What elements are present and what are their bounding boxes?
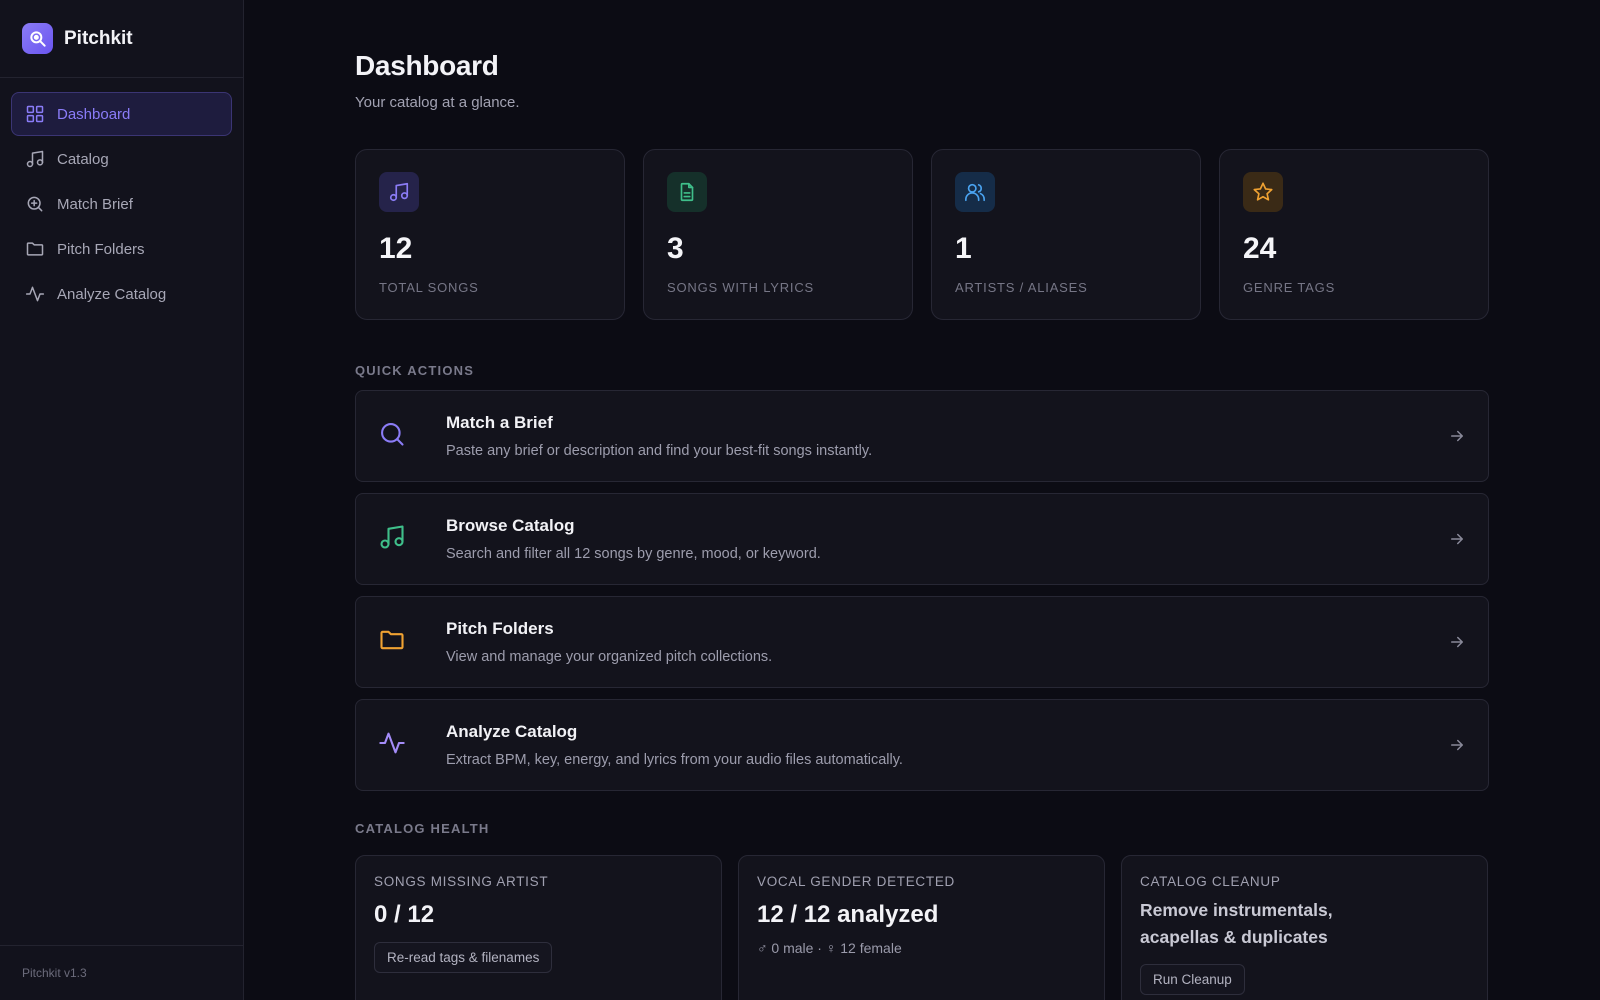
activity-icon bbox=[378, 729, 406, 757]
run-cleanup-button[interactable]: Run Cleanup bbox=[1140, 964, 1245, 995]
sidebar-nav: Dashboard Catalog Match Brief Pitch Fold… bbox=[0, 78, 243, 331]
sidebar-item-label: Catalog bbox=[57, 150, 109, 168]
stat-card-artists: 1 ARTISTS / ALIASES bbox=[931, 149, 1201, 320]
action-match-brief[interactable]: Match a Brief Paste any brief or descrip… bbox=[355, 390, 1489, 482]
page-subtitle: Your catalog at a glance. bbox=[355, 94, 520, 111]
app-name: Pitchkit bbox=[64, 27, 133, 49]
arrow-right-icon bbox=[1448, 736, 1466, 754]
music-note-icon bbox=[378, 523, 406, 551]
app-version: Pitchkit v1.3 bbox=[0, 945, 243, 1000]
sidebar-item-pitch-folders[interactable]: Pitch Folders bbox=[11, 227, 232, 271]
action-pitch-folders[interactable]: Pitch Folders View and manage your organ… bbox=[355, 596, 1489, 688]
stat-value: 12 bbox=[379, 232, 413, 265]
sidebar-item-dashboard[interactable]: Dashboard bbox=[11, 92, 232, 136]
arrow-right-icon bbox=[1448, 633, 1466, 651]
action-description: Search and filter all 12 songs by genre,… bbox=[446, 546, 821, 562]
music-note-icon bbox=[379, 172, 419, 212]
action-description: Paste any brief or description and find … bbox=[446, 443, 873, 459]
action-title: Pitch Folders bbox=[446, 619, 554, 638]
health-card-vocal-gender: VOCAL GENDER DETECTED 12 / 12 analyzed ♂… bbox=[738, 855, 1105, 1000]
sidebar-item-label: Pitch Folders bbox=[57, 240, 145, 258]
sidebar-item-analyze-catalog[interactable]: Analyze Catalog bbox=[11, 272, 232, 316]
health-label: CATALOG CLEANUP bbox=[1140, 874, 1281, 889]
stat-card-songs-with-lyrics: 3 SONGS WITH LYRICS bbox=[643, 149, 913, 320]
stat-value: 1 bbox=[955, 232, 972, 265]
sidebar-item-label: Analyze Catalog bbox=[57, 285, 167, 303]
stat-label: ARTISTS / ALIASES bbox=[955, 280, 1088, 295]
grid-icon bbox=[25, 104, 45, 124]
star-icon bbox=[1243, 172, 1283, 212]
quick-actions-title: QUICK ACTIONS bbox=[355, 363, 475, 378]
arrow-right-icon bbox=[1448, 530, 1466, 548]
health-card-catalog-cleanup: CATALOG CLEANUP Remove instrumentals, ac… bbox=[1121, 855, 1488, 1000]
users-icon bbox=[955, 172, 995, 212]
action-description: Extract BPM, key, energy, and lyrics fro… bbox=[446, 752, 903, 768]
catalog-health-row: SONGS MISSING ARTIST 0 / 12 Re-read tags… bbox=[355, 855, 1489, 1000]
catalog-health-title: CATALOG HEALTH bbox=[355, 821, 490, 836]
cleanup-heading: Remove instrumentals, acapellas & duplic… bbox=[1140, 900, 1333, 947]
sidebar-item-label: Dashboard bbox=[57, 105, 131, 123]
logo-icon bbox=[22, 23, 53, 54]
action-analyze-catalog[interactable]: Analyze Catalog Extract BPM, key, energy… bbox=[355, 699, 1489, 791]
page-title: Dashboard bbox=[355, 50, 499, 81]
stat-value: 24 bbox=[1243, 232, 1277, 265]
quick-actions-list: Match a Brief Paste any brief or descrip… bbox=[355, 390, 1489, 791]
folder-icon bbox=[378, 626, 406, 654]
vocal-gender-breakdown: ♂ 0 male · ♀ 12 female bbox=[757, 940, 902, 956]
health-card-missing-artist: SONGS MISSING ARTIST 0 / 12 Re-read tags… bbox=[355, 855, 722, 1000]
stat-card-total-songs: 12 TOTAL SONGS bbox=[355, 149, 625, 320]
stat-card-genre-tags: 24 GENRE TAGS bbox=[1219, 149, 1489, 320]
main-content: Dashboard Your catalog at a glance. 12 T… bbox=[355, 0, 1489, 1000]
search-plus-icon bbox=[25, 194, 45, 214]
sidebar-item-match-brief[interactable]: Match Brief bbox=[11, 182, 232, 226]
music-note-icon bbox=[25, 149, 45, 169]
action-title: Analyze Catalog bbox=[446, 722, 578, 741]
search-icon bbox=[378, 420, 406, 448]
brand[interactable]: Pitchkit bbox=[0, 0, 243, 78]
action-description: View and manage your organized pitch col… bbox=[446, 649, 773, 665]
health-value: 12 / 12 analyzed bbox=[757, 901, 939, 928]
health-value: 0 / 12 bbox=[374, 901, 435, 928]
reread-tags-button[interactable]: Re-read tags & filenames bbox=[374, 942, 553, 973]
stat-label: TOTAL SONGS bbox=[379, 280, 479, 295]
action-title: Match a Brief bbox=[446, 413, 553, 432]
health-label: VOCAL GENDER DETECTED bbox=[757, 874, 955, 889]
arrow-right-icon bbox=[1448, 427, 1466, 445]
action-title: Browse Catalog bbox=[446, 516, 575, 535]
action-browse-catalog[interactable]: Browse Catalog Search and filter all 12 … bbox=[355, 493, 1489, 585]
activity-icon bbox=[25, 284, 45, 304]
health-label: SONGS MISSING ARTIST bbox=[374, 874, 549, 889]
document-icon bbox=[667, 172, 707, 212]
stats-row: 12 TOTAL SONGS 3 SONGS WITH LYRICS 1 ART… bbox=[355, 149, 1489, 320]
stat-value: 3 bbox=[667, 232, 684, 265]
sidebar-item-label: Match Brief bbox=[57, 195, 133, 213]
sidebar-item-catalog[interactable]: Catalog bbox=[11, 137, 232, 181]
sidebar: Pitchkit Dashboard Catalog Match Brief P… bbox=[0, 0, 244, 1000]
folder-icon bbox=[25, 239, 45, 259]
stat-label: GENRE TAGS bbox=[1243, 280, 1336, 295]
stat-label: SONGS WITH LYRICS bbox=[667, 280, 814, 295]
